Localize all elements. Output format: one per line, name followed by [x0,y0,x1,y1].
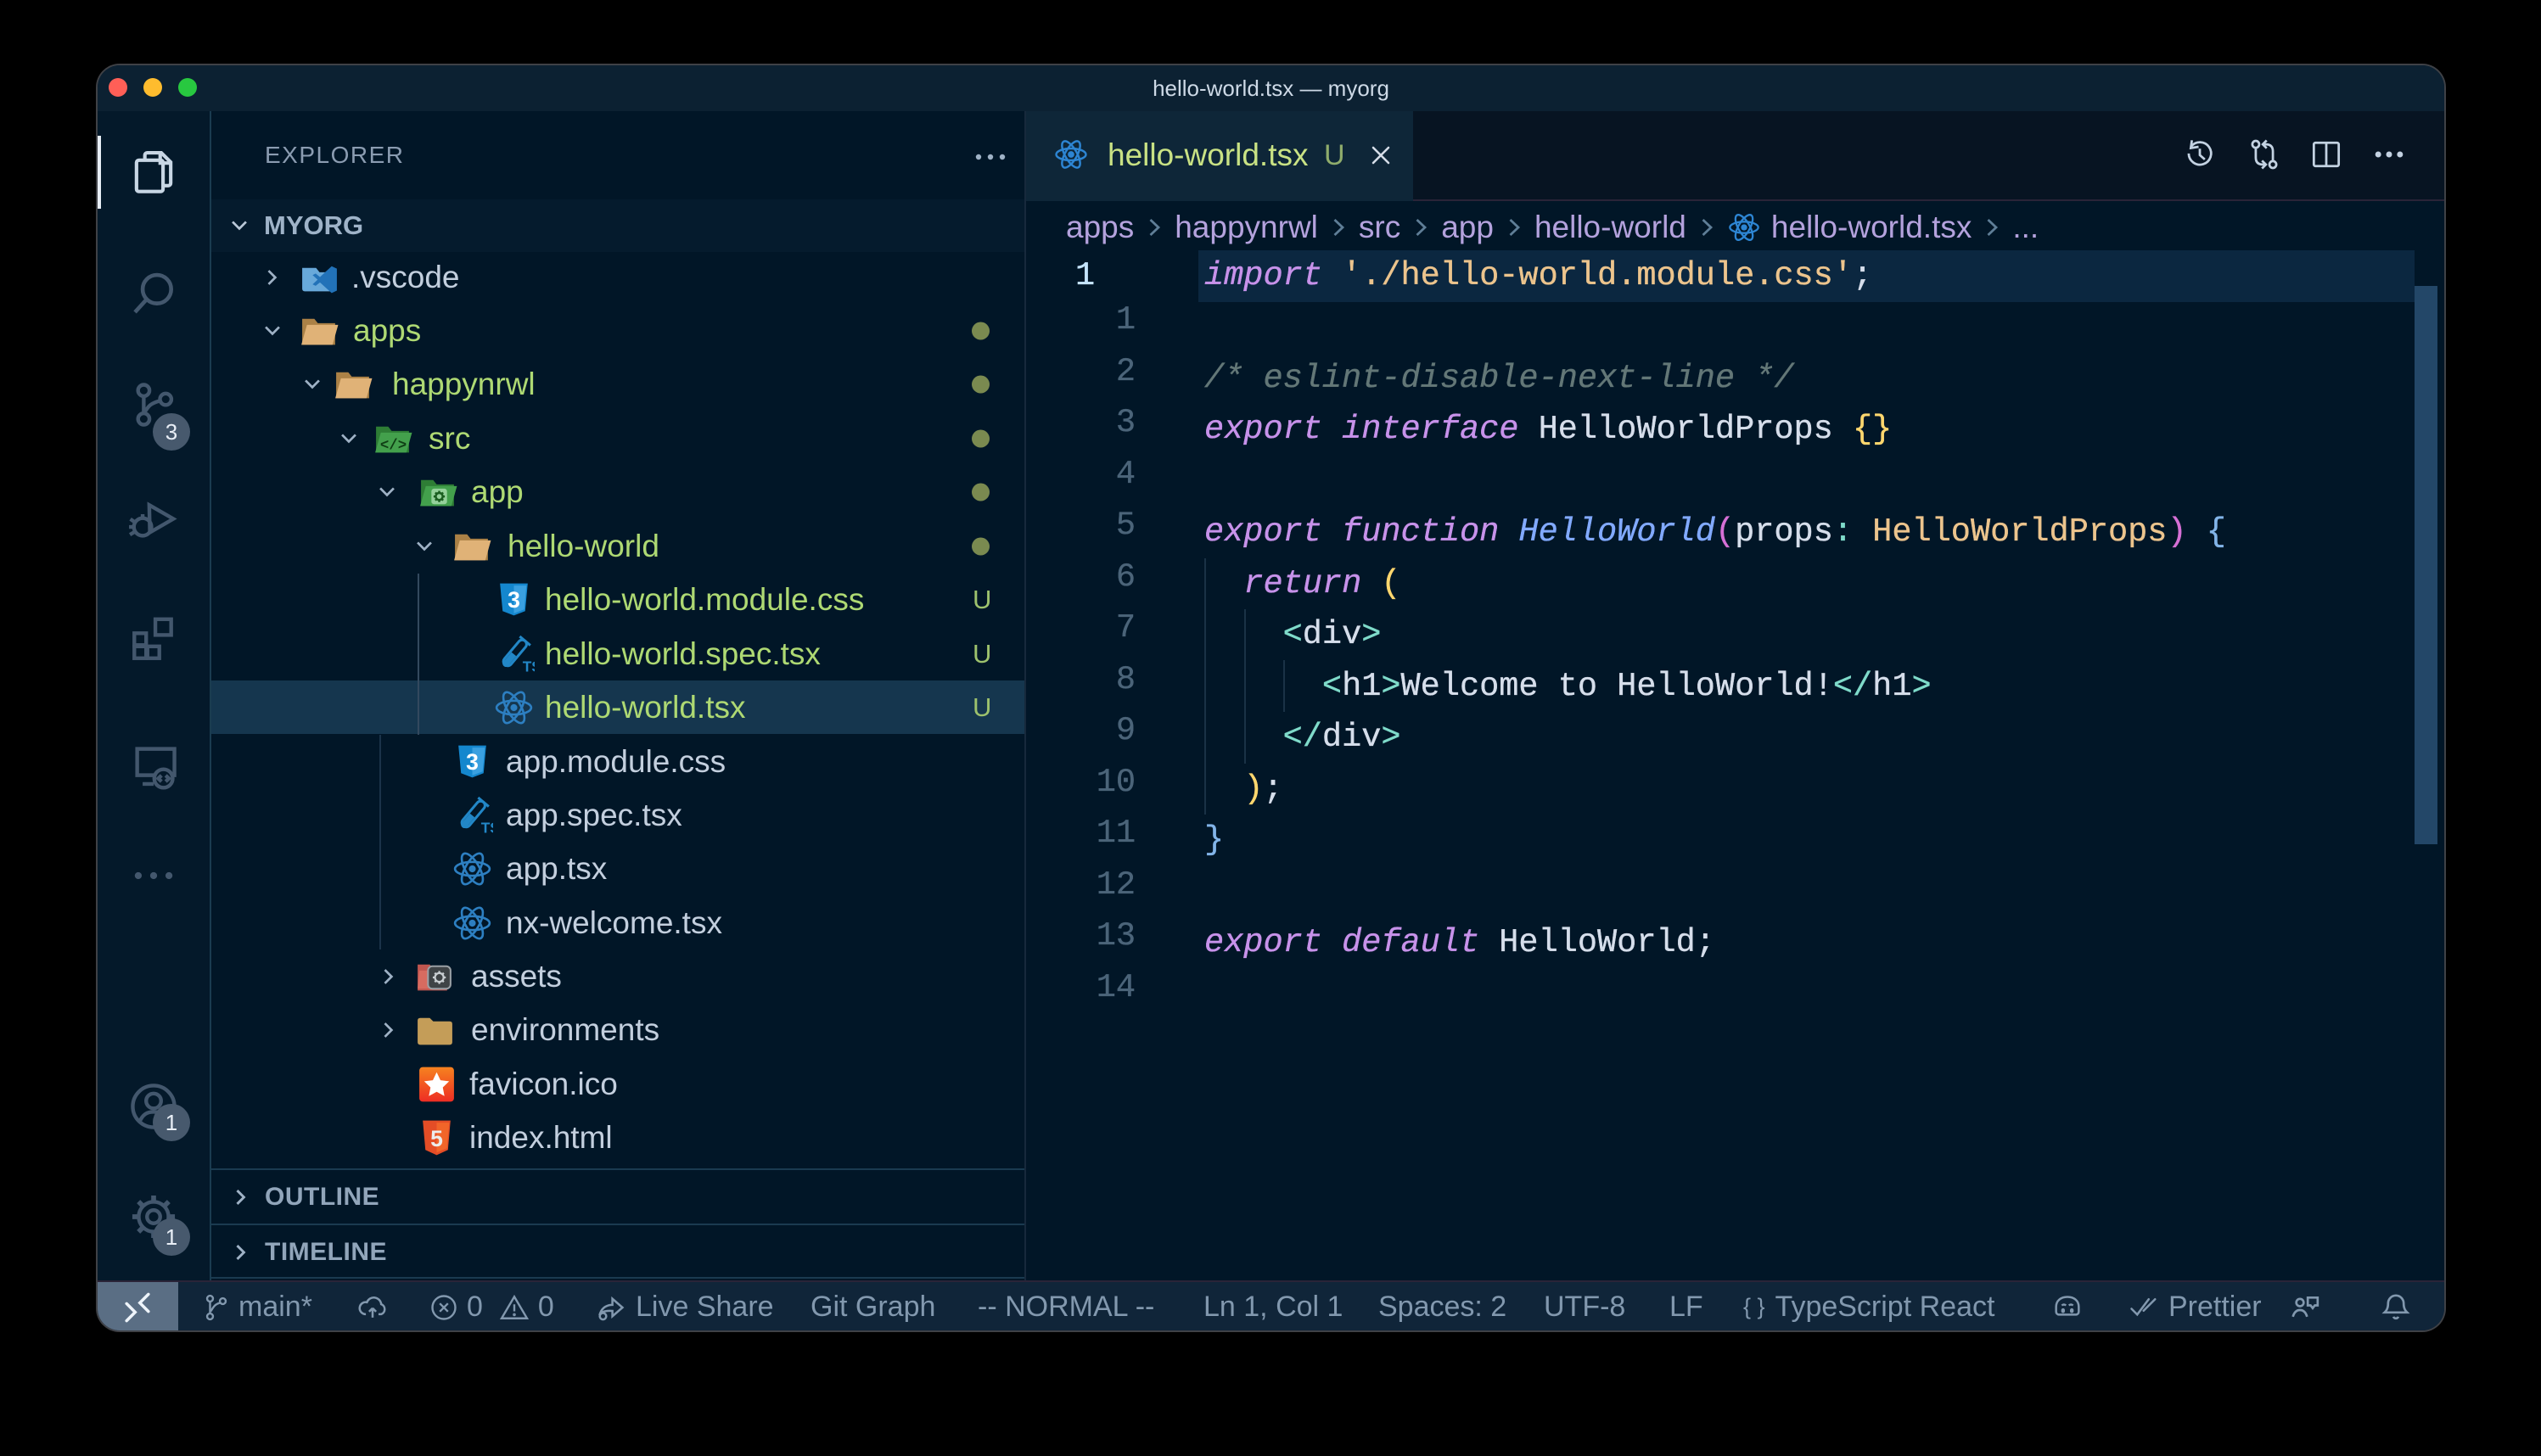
svg-text:TS: TS [523,658,535,675]
svg-text:TS: TS [481,819,493,836]
svg-text:</>: </> [380,438,407,454]
svg-text:3: 3 [466,749,479,775]
svg-text:5: 5 [430,1126,443,1151]
svg-text:3: 3 [508,587,520,613]
